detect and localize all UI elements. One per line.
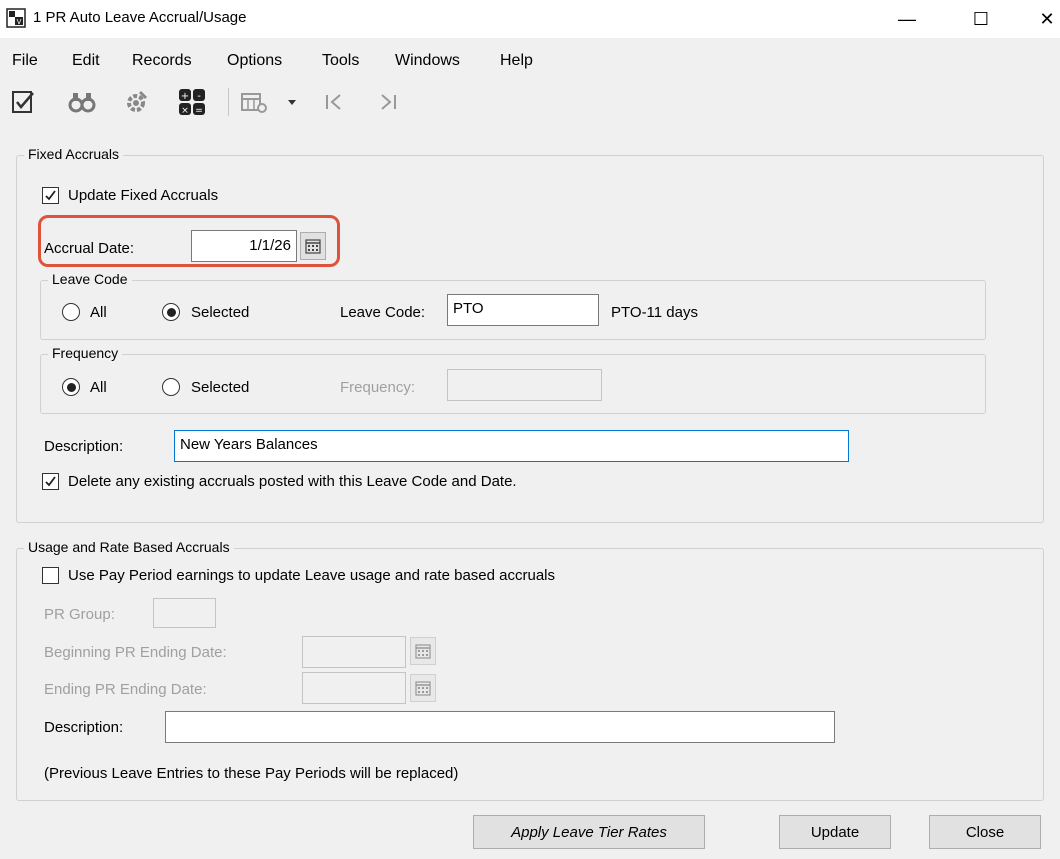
dropdown-arrow-icon[interactable] xyxy=(282,86,302,118)
maximize-button[interactable]: ☐ xyxy=(958,0,1004,38)
use-pay-period-label: Use Pay Period earnings to update Leave … xyxy=(68,567,555,584)
svg-text:V: V xyxy=(17,18,22,26)
update-button[interactable]: Update xyxy=(779,815,891,849)
menu-help[interactable]: Help xyxy=(500,52,533,70)
leave-code-group-label: Leave Code xyxy=(48,271,132,287)
pr-group-label: PR Group: xyxy=(44,606,115,623)
usage-accruals-group xyxy=(16,548,1044,801)
menu-edit[interactable]: Edit xyxy=(72,52,100,70)
replacement-note: (Previous Leave Entries to these Pay Per… xyxy=(44,765,459,782)
delete-existing-accruals-checkbox[interactable] xyxy=(42,473,59,490)
update-fixed-accruals-label: Update Fixed Accruals xyxy=(68,187,219,204)
svg-text:-: - xyxy=(197,91,201,102)
checklist-icon[interactable] xyxy=(8,86,40,118)
delete-existing-accruals-label: Delete any existing accruals posted with… xyxy=(68,473,517,490)
svg-text:×: × xyxy=(181,106,189,116)
frequency-label: Frequency: xyxy=(340,379,416,396)
menu-records[interactable]: Records xyxy=(132,52,192,70)
window-title: 1 PR Auto Leave Accrual/Usage xyxy=(33,9,247,26)
calendar-icon xyxy=(305,239,321,254)
leave-code-input[interactable]: PTO xyxy=(447,294,599,326)
fixed-description-label: Description: xyxy=(44,438,124,455)
leave-code-selected-radio[interactable] xyxy=(162,303,180,321)
frequency-group-label: Frequency xyxy=(48,345,123,361)
leave-code-label: Leave Code: xyxy=(340,304,426,321)
first-record-icon[interactable] xyxy=(318,86,350,118)
leave-code-all-label: All xyxy=(90,304,107,321)
usage-description-label: Description: xyxy=(44,719,124,736)
beginning-pr-ending-date-label: Beginning PR Ending Date: xyxy=(44,644,227,661)
leave-code-selected-label: Selected xyxy=(191,304,250,321)
leave-code-all-radio[interactable] xyxy=(62,303,80,321)
menu-windows[interactable]: Windows xyxy=(395,52,460,70)
usage-description-input[interactable] xyxy=(165,711,835,743)
frequency-selected-radio[interactable] xyxy=(162,378,180,396)
app-icon: V xyxy=(6,8,26,28)
ending-date-calendar-button[interactable] xyxy=(410,674,436,702)
last-record-icon[interactable] xyxy=(372,86,404,118)
calculator-icon[interactable]: + - × = xyxy=(176,86,208,118)
title-bar: V 1 PR Auto Leave Accrual/Usage — ☐ ✕ xyxy=(0,0,1060,38)
close-button[interactable]: Close xyxy=(929,815,1041,849)
frequency-all-label: All xyxy=(90,379,107,396)
ending-pr-ending-date-input[interactable] xyxy=(302,672,406,704)
menu-tools[interactable]: Tools xyxy=(322,52,359,70)
beginning-date-calendar-button[interactable] xyxy=(410,637,436,665)
accrual-date-input[interactable]: 1/1/26 xyxy=(191,230,297,262)
update-fixed-accruals-checkbox[interactable] xyxy=(42,187,59,204)
binoculars-icon[interactable] xyxy=(66,86,98,118)
frequency-all-radio[interactable] xyxy=(62,378,80,396)
accrual-date-label: Accrual Date: xyxy=(44,240,135,257)
frequency-input[interactable] xyxy=(447,369,602,401)
settings-icon[interactable] xyxy=(120,86,152,118)
beginning-pr-ending-date-input[interactable] xyxy=(302,636,406,668)
svg-text:+: + xyxy=(181,91,189,102)
calendar-icon xyxy=(415,644,431,659)
menu-file[interactable]: File xyxy=(12,52,38,70)
calendar-icon xyxy=(415,681,431,696)
menu-options[interactable]: Options xyxy=(227,52,282,70)
usage-accruals-label: Usage and Rate Based Accruals xyxy=(24,539,234,555)
ending-pr-ending-date-label: Ending PR Ending Date: xyxy=(44,681,207,698)
fixed-accruals-label: Fixed Accruals xyxy=(24,146,124,162)
accrual-date-calendar-button[interactable] xyxy=(300,232,326,260)
minimize-button[interactable]: — xyxy=(884,0,930,38)
frequency-selected-label: Selected xyxy=(191,379,250,396)
fixed-description-input[interactable]: New Years Balances xyxy=(174,430,849,462)
use-pay-period-checkbox[interactable] xyxy=(42,567,59,584)
toolbar-separator xyxy=(228,88,229,116)
grid-settings-icon[interactable] xyxy=(238,86,270,118)
svg-text:=: = xyxy=(195,106,203,116)
leave-code-description: PTO-11 days xyxy=(611,304,698,321)
close-window-button[interactable]: ✕ xyxy=(1024,0,1060,38)
pr-group-input[interactable] xyxy=(153,598,216,628)
menu-bar: File Edit Records Options Tools Windows … xyxy=(0,38,1060,78)
toolbar: + - × = xyxy=(0,80,1060,132)
apply-leave-tier-rates-button[interactable]: Apply Leave Tier Rates xyxy=(473,815,705,849)
